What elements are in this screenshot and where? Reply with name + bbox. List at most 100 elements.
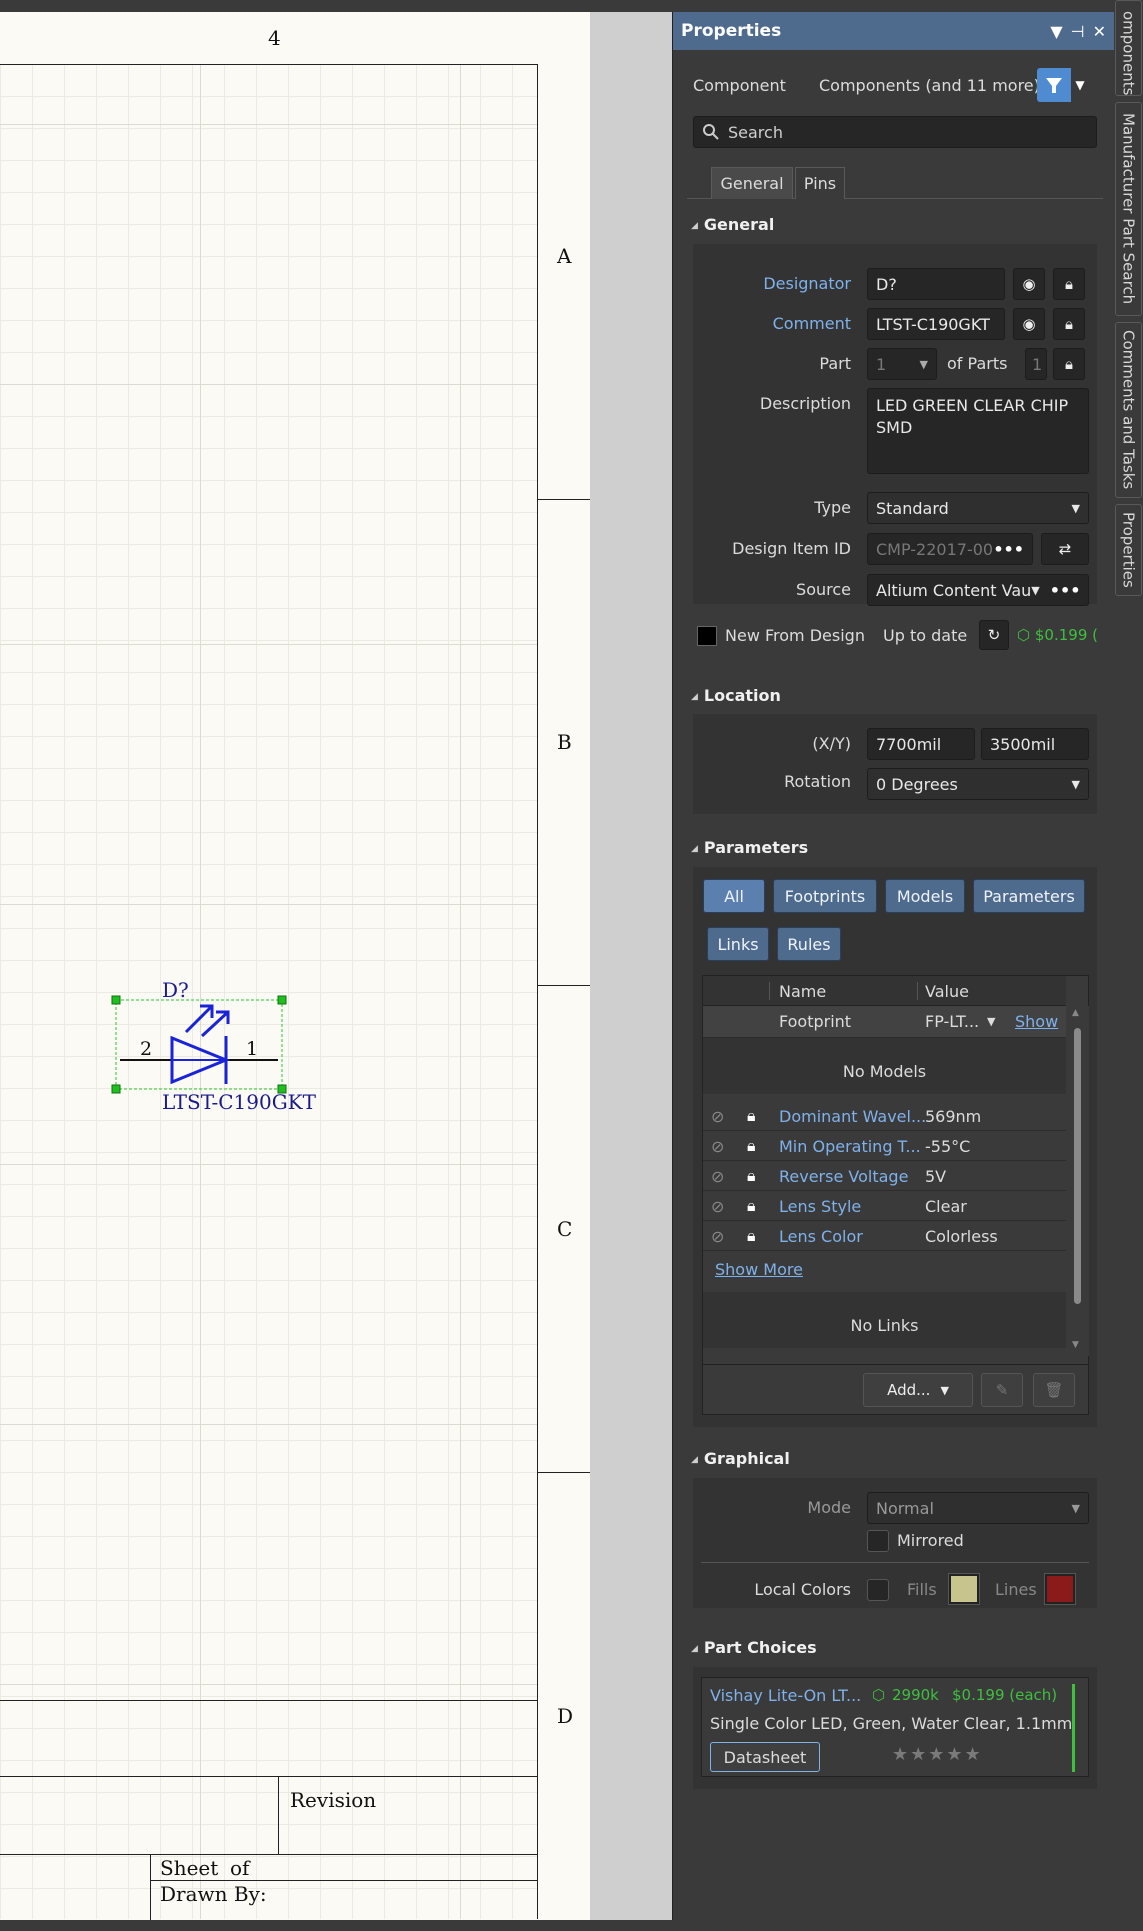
filter-components-label[interactable]: Components (and 11 more) <box>819 76 1040 95</box>
chevron-down-icon[interactable]: ▼ <box>987 1015 995 1028</box>
designator-lock-button[interactable]: 🔒︎ <box>1053 268 1085 300</box>
table-scrollbar[interactable]: ▲ ▼ <box>1067 1006 1089 1356</box>
tab-pins-label: Pins <box>803 174 837 193</box>
filter-button[interactable]: ▼ <box>1037 68 1089 102</box>
table-row[interactable]: ⊘ 🔒︎ Lens Style Clear <box>703 1192 1066 1221</box>
part-select[interactable]: 1 ▼ <box>867 348 937 380</box>
rating-stars[interactable]: ★★★★★ <box>892 1744 983 1765</box>
lock-icon[interactable]: 🔒︎ <box>747 1196 756 1216</box>
zone-label-d: D <box>557 1704 574 1728</box>
scroll-thumb[interactable] <box>1074 1028 1081 1304</box>
description-label: Description <box>759 394 851 413</box>
design-item-value: CMP-22017-00 <box>876 539 994 559</box>
description-field[interactable]: LED GREEN CLEAR CHIP SMD <box>867 388 1089 474</box>
comment-lock-button[interactable]: 🔒︎ <box>1053 308 1085 340</box>
table-row[interactable]: ⊘ 🔒︎ Lens Color Colorless <box>703 1222 1066 1251</box>
vendor-link[interactable]: Vishay Lite-On LT... <box>710 1686 861 1705</box>
footprint-show-link[interactable]: Show <box>1015 1012 1058 1031</box>
comment-visibility-button[interactable]: ◉ <box>1013 308 1045 340</box>
visibility-hidden-icon[interactable]: ⊘ <box>711 1227 724 1246</box>
pencil-icon: ✎ <box>995 1381 1009 1399</box>
design-item-field[interactable]: CMP-22017-00 ••• <box>867 533 1033 565</box>
part-choice-card[interactable]: Vishay Lite-On LT... ⬡ 2990k $0.199 (eac… <box>701 1677 1089 1777</box>
filter-dropdown-icon[interactable]: ▼ <box>1071 68 1089 102</box>
part-lock-button[interactable]: 🔒︎ <box>1053 348 1085 380</box>
filter-all-button[interactable]: All <box>703 879 765 913</box>
line-color-swatch[interactable] <box>1044 1573 1076 1605</box>
visibility-hidden-icon[interactable]: ⊘ <box>711 1107 724 1126</box>
more-icon[interactable]: ••• <box>993 540 1024 559</box>
lock-icon[interactable]: 🔒︎ <box>747 1106 756 1126</box>
edit-button[interactable]: ✎ <box>981 1373 1023 1407</box>
mirrored-checkbox[interactable] <box>867 1530 889 1552</box>
scroll-up-icon[interactable]: ▲ <box>1072 1008 1079 1018</box>
side-tab-components[interactable]: omponents <box>1115 0 1142 96</box>
filter-footprints-button[interactable]: Footprints <box>773 879 877 913</box>
designator-visibility-button[interactable]: ◉ <box>1013 268 1045 300</box>
mode-select[interactable]: Normal ▼ <box>867 1492 1089 1524</box>
led-component[interactable]: D? 2 1 LTST-C190GKT <box>110 962 330 1122</box>
designator-field[interactable]: D? <box>867 268 1005 300</box>
panel-menu-icon[interactable]: ▼ <box>1050 22 1062 41</box>
datasheet-button[interactable]: Datasheet <box>710 1742 820 1772</box>
lock-icon[interactable]: 🔒︎ <box>747 1226 756 1246</box>
visibility-hidden-icon[interactable]: ⊘ <box>711 1137 724 1156</box>
section-location-title[interactable]: Location <box>691 686 781 705</box>
search-icon <box>703 124 719 140</box>
more-icon[interactable]: ••• <box>1050 581 1081 600</box>
table-row[interactable]: Footprint FP-LT... ▼ Show <box>703 1006 1066 1038</box>
side-tab-properties[interactable]: Properties <box>1115 504 1142 596</box>
add-button[interactable]: Add... ▼ <box>863 1373 973 1407</box>
lock-icon[interactable]: 🔒︎ <box>747 1166 756 1186</box>
table-row[interactable]: ⊘ 🔒︎ Min Operating T... -55°C <box>703 1132 1066 1161</box>
section-general-title[interactable]: General <box>691 215 774 234</box>
column-label: 4 <box>268 26 281 50</box>
search-placeholder: Search <box>728 122 783 142</box>
new-from-design-label: New From Design <box>725 626 865 645</box>
mode-value: Normal <box>876 1498 934 1518</box>
type-select[interactable]: Standard ▼ <box>867 492 1089 524</box>
x-field[interactable]: 7700mil <box>867 728 975 760</box>
filter-models-button[interactable]: Models <box>885 879 965 913</box>
swap-button[interactable]: ⇄ <box>1041 533 1089 565</box>
y-field[interactable]: 3500mil <box>981 728 1089 760</box>
lock-icon[interactable]: 🔒︎ <box>747 1136 756 1156</box>
filter-parameters-button[interactable]: Parameters <box>973 879 1085 913</box>
schematic-canvas[interactable]: 4 A B C D D? 2 1 LTST-C190GKT Revision S… <box>0 12 590 1920</box>
side-tab-comments-and-tasks[interactable]: Comments and Tasks <box>1115 322 1142 498</box>
refresh-button[interactable]: ↻ <box>979 620 1009 650</box>
close-icon[interactable]: ✕ <box>1093 22 1106 41</box>
source-select[interactable]: Altium Content Vau ▼ ••• <box>867 574 1089 606</box>
filter-links-button[interactable]: Links <box>707 927 769 961</box>
scroll-down-icon[interactable]: ▼ <box>1072 1340 1079 1350</box>
rotation-select[interactable]: 0 Degrees ▼ <box>867 768 1089 800</box>
tab-pins[interactable]: Pins <box>795 167 845 199</box>
visibility-hidden-icon[interactable]: ⊘ <box>711 1197 724 1216</box>
local-colors-checkbox[interactable] <box>867 1579 889 1601</box>
col-name-header[interactable]: Name <box>779 982 826 1001</box>
of-parts-value: 1 <box>1025 348 1047 380</box>
table-header: Name Value <box>703 976 1066 1006</box>
revision-label: Revision <box>290 1788 377 1812</box>
visibility-hidden-icon[interactable]: ⊘ <box>711 1167 724 1186</box>
side-tab-manufacturer-part-search[interactable]: Manufacturer Part Search <box>1115 102 1142 316</box>
lines-label: Lines <box>995 1580 1037 1599</box>
fills-label: Fills <box>907 1580 937 1599</box>
col-value-header[interactable]: Value <box>925 982 969 1001</box>
section-parameters-title[interactable]: Parameters <box>691 838 808 857</box>
table-row[interactable]: ⊘ 🔒︎ Dominant Wavel... 569nm <box>703 1102 1066 1131</box>
tab-general[interactable]: General <box>711 167 793 199</box>
search-input[interactable]: Search <box>693 116 1097 148</box>
new-from-design-checkbox[interactable] <box>697 626 717 646</box>
pin-icon[interactable]: ⊣ <box>1071 22 1085 41</box>
up-to-date-label: Up to date <box>883 626 968 645</box>
filter-rules-button[interactable]: Rules <box>777 927 841 961</box>
fill-color-swatch[interactable] <box>948 1573 980 1605</box>
show-more-link[interactable]: Show More <box>715 1260 803 1279</box>
cube-icon: ⬡ <box>872 1686 886 1704</box>
table-row[interactable]: ⊘ 🔒︎ Reverse Voltage 5V <box>703 1162 1066 1191</box>
section-graphical-title[interactable]: Graphical <box>691 1449 790 1468</box>
section-part-choices-title[interactable]: Part Choices <box>691 1638 817 1657</box>
comment-field[interactable]: LTST-C190GKT <box>867 308 1005 340</box>
delete-button[interactable]: 🗑︎ <box>1033 1373 1075 1407</box>
